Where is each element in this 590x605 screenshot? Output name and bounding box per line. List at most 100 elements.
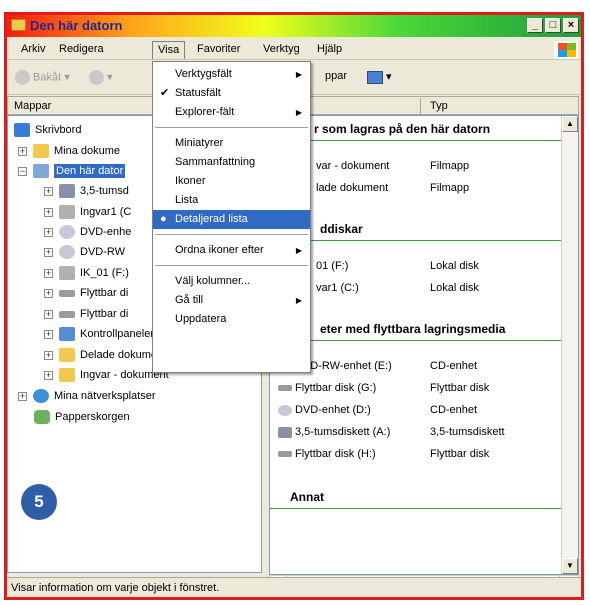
menu-arkiv[interactable]: Arkiv bbox=[21, 43, 45, 55]
step-number-badge: 5 bbox=[21, 484, 57, 520]
collapse-icon[interactable]: − bbox=[18, 166, 27, 176]
menu-item-statusbar[interactable]: ✔ Statusfält bbox=[153, 84, 310, 103]
menu-redigera[interactable]: Redigera bbox=[59, 43, 104, 55]
menu-item-label: Miniatyrer bbox=[175, 137, 224, 149]
menu-bar: Arkiv Redigera Visa Favoriter Verktyg Hj… bbox=[7, 40, 581, 60]
submenu-arrow-icon: ▶ bbox=[295, 108, 302, 117]
dvd-icon bbox=[278, 404, 292, 416]
expand-icon[interactable]: + bbox=[44, 227, 53, 237]
expand-icon[interactable]: + bbox=[18, 146, 27, 156]
scroll-down-icon[interactable]: ▼ bbox=[562, 558, 578, 574]
file-name[interactable]: 3,5-tumsdiskett (A:) bbox=[278, 426, 390, 438]
menu-item-details[interactable]: ● Detaljerad lista bbox=[153, 210, 310, 229]
folders-button[interactable]: ppar bbox=[325, 70, 347, 82]
menu-item-toolbars[interactable]: Verktygsfält ▶ bbox=[153, 65, 310, 84]
tree-item-label: DVD-enhe bbox=[80, 226, 132, 238]
folder-icon bbox=[33, 144, 49, 158]
folder-icon bbox=[59, 348, 75, 362]
tree-item[interactable]: + Ingvar1 (C bbox=[44, 202, 131, 222]
tree-item[interactable]: +3,5-tumsd bbox=[44, 181, 129, 201]
menu-item-list[interactable]: Lista bbox=[153, 191, 310, 210]
menu-separator bbox=[155, 265, 308, 266]
tree-item[interactable]: Skrivbord bbox=[14, 120, 81, 140]
file-name[interactable]: Flyttbar disk (G:) bbox=[278, 382, 376, 394]
menu-item-go-to[interactable]: Gå till ▶ bbox=[153, 291, 310, 310]
menu-item-arrange-icons[interactable]: Ordna ikoner efter ▶ bbox=[153, 241, 310, 260]
file-name[interactable]: DVD-enhet (D:) bbox=[278, 404, 371, 416]
control-panel-icon bbox=[59, 327, 75, 341]
column-type[interactable]: Typ bbox=[430, 100, 448, 112]
tree-item[interactable]: + DVD-enhe bbox=[44, 222, 131, 242]
title-bar[interactable]: Den här datorn _ □ × bbox=[7, 15, 581, 37]
tree-item[interactable]: + Mina dokume bbox=[18, 141, 120, 161]
file-name[interactable]: Flyttbar disk (H:) bbox=[278, 448, 376, 460]
back-button[interactable]: Bakåt ▾ bbox=[15, 70, 70, 85]
tree-item[interactable]: + IK_01 (F:) bbox=[44, 263, 129, 283]
menu-verktyg[interactable]: Verktyg bbox=[263, 43, 300, 55]
menu-item-summary[interactable]: Sammanfattning bbox=[153, 153, 310, 172]
tree-item[interactable]: + Ingvar - dokument bbox=[44, 365, 169, 385]
forward-arrow-icon bbox=[89, 70, 104, 85]
tree-item[interactable]: + Flyttbar di bbox=[44, 283, 128, 303]
tree-item[interactable]: − Den här dator bbox=[18, 161, 126, 181]
forward-button[interactable]: ▾ bbox=[89, 70, 113, 85]
tree-item[interactable]: + Mina nätverksplatser bbox=[18, 386, 156, 406]
close-button[interactable]: × bbox=[563, 18, 579, 33]
recycle-bin-icon bbox=[34, 410, 50, 424]
expand-icon[interactable]: + bbox=[44, 309, 53, 319]
expand-icon[interactable]: + bbox=[44, 288, 53, 298]
menu-visa[interactable]: Visa bbox=[152, 41, 186, 59]
file-type: Lokal disk bbox=[430, 260, 479, 272]
menu-item-refresh[interactable]: Uppdatera bbox=[153, 310, 310, 329]
tree-item[interactable]: + Flyttbar di bbox=[44, 304, 128, 324]
menu-item-label: Ordna ikoner efter bbox=[175, 244, 264, 256]
file-name[interactable]: lade dokument bbox=[316, 182, 388, 194]
menu-favoriter[interactable]: Favoriter bbox=[197, 43, 240, 55]
desktop-icon bbox=[14, 123, 30, 137]
group-title: eter med flyttbara lagringsmedia bbox=[320, 322, 506, 336]
menu-separator bbox=[155, 127, 308, 128]
menu-hjalp[interactable]: Hjälp bbox=[317, 43, 342, 55]
minimize-button[interactable]: _ bbox=[527, 18, 543, 33]
status-bar: Visar information om varje objekt i föns… bbox=[7, 577, 581, 597]
group-title: ddiskar bbox=[320, 222, 363, 236]
tree-item[interactable]: + Kontrollpanelen bbox=[44, 324, 156, 344]
expand-icon[interactable]: + bbox=[18, 391, 27, 401]
computer-icon bbox=[33, 164, 49, 178]
expand-icon[interactable]: + bbox=[44, 247, 53, 257]
expand-icon[interactable]: + bbox=[44, 268, 53, 278]
submenu-arrow-icon: ▶ bbox=[295, 296, 302, 305]
file-name-label: Flyttbar disk (G:) bbox=[295, 382, 377, 394]
expand-icon[interactable]: + bbox=[44, 186, 53, 196]
file-type: 3,5-tumsdiskett bbox=[430, 426, 505, 438]
menu-item-label: Sammanfattning bbox=[175, 156, 256, 168]
hard-disk-icon bbox=[59, 205, 75, 219]
tree-item[interactable]: Papperskorgen bbox=[34, 407, 130, 427]
expand-icon[interactable]: + bbox=[44, 207, 53, 217]
bullet-icon: ● bbox=[160, 213, 167, 225]
maximize-button[interactable]: □ bbox=[545, 18, 561, 33]
dvd-icon bbox=[59, 245, 75, 259]
menu-item-choose-columns[interactable]: Välj kolumner... bbox=[153, 272, 310, 291]
tree-item[interactable]: + Delade dokument bbox=[44, 345, 166, 365]
expand-icon[interactable]: + bbox=[44, 370, 53, 380]
vertical-scrollbar[interactable]: ▲ ▼ bbox=[561, 116, 578, 574]
expand-icon[interactable]: + bbox=[44, 350, 53, 360]
expand-icon[interactable]: + bbox=[44, 329, 53, 339]
menu-item-explorer-bar[interactable]: Explorer-fält ▶ bbox=[153, 103, 310, 122]
folder-icon bbox=[59, 368, 75, 382]
file-name[interactable]: var - dokument bbox=[316, 160, 389, 172]
views-button[interactable]: ▾ bbox=[367, 70, 392, 84]
scroll-up-icon[interactable]: ▲ bbox=[562, 116, 578, 132]
file-name[interactable]: 01 (F:) bbox=[316, 260, 348, 272]
file-name[interactable]: var1 (C:) bbox=[316, 282, 359, 294]
menu-item-label: Uppdatera bbox=[175, 313, 227, 325]
view-menu-dropdown: Verktygsfält ▶ ✔ Statusfält Explorer-fält ▶… bbox=[152, 61, 311, 373]
column-divider[interactable] bbox=[420, 98, 421, 114]
submenu-arrow-icon: ▶ bbox=[295, 246, 302, 255]
menu-item-icons[interactable]: Ikoner bbox=[153, 172, 310, 191]
dvd-icon bbox=[59, 225, 75, 239]
menu-item-thumbnails[interactable]: Miniatyrer bbox=[153, 134, 310, 153]
file-type: Filmapp bbox=[430, 160, 470, 172]
tree-item[interactable]: + DVD-RW bbox=[44, 242, 125, 262]
